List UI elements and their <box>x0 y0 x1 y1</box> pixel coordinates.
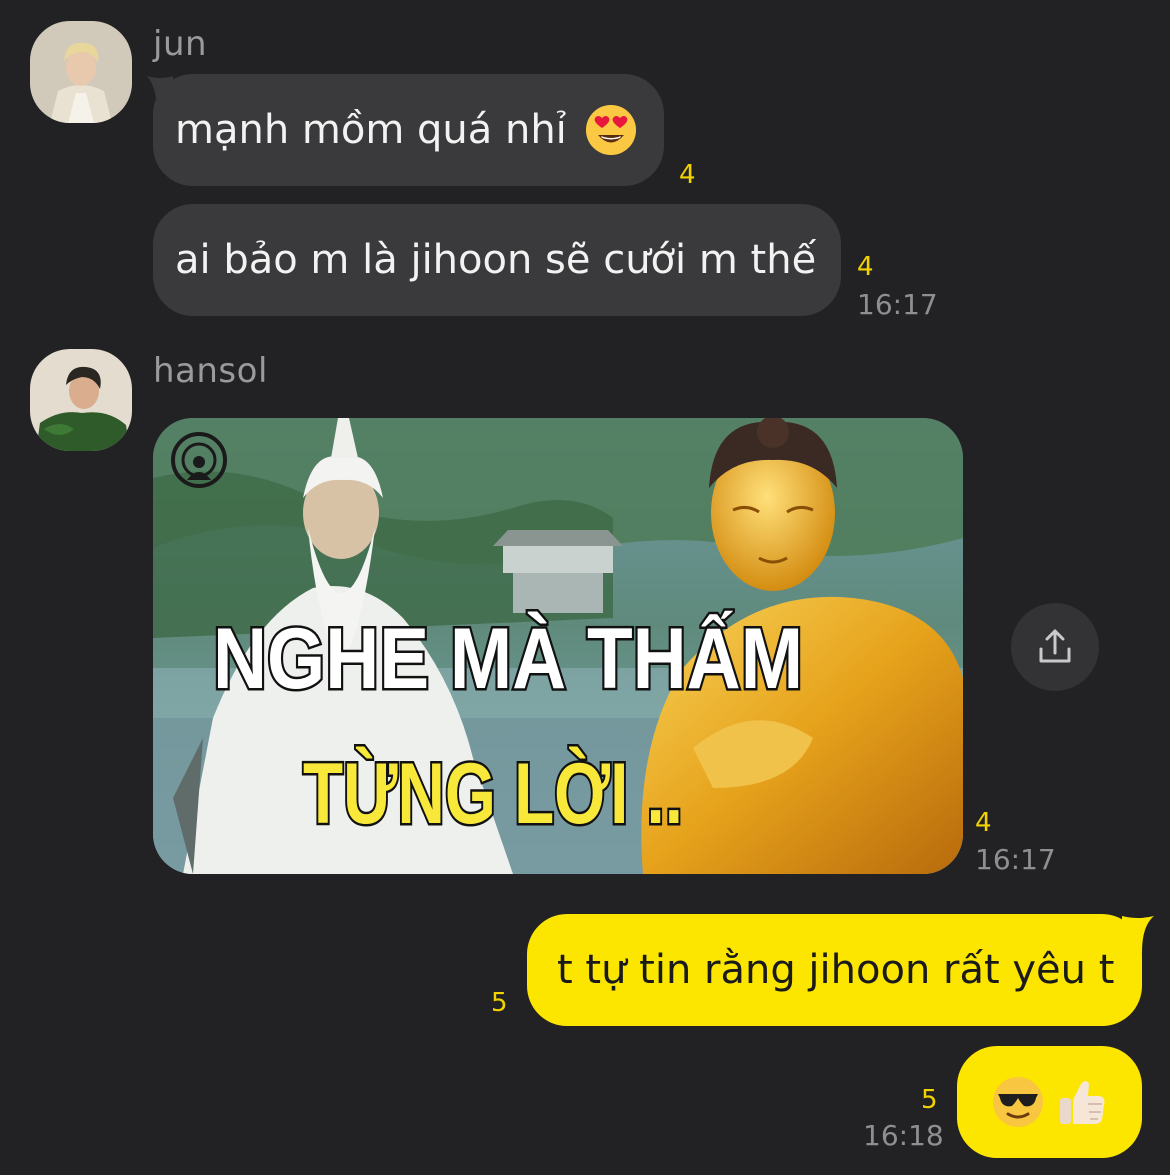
message-timestamp: 16:17 <box>857 288 938 321</box>
bubble-tail <box>1122 916 1154 952</box>
image-message[interactable]: NGHE MÀ THẤM TỪNG LỜI .. <box>153 418 963 874</box>
sender-name-hansol: hansol <box>153 351 268 391</box>
message-text: t tự tin rằng jihoon rất yêu t <box>557 947 1115 993</box>
message-text: mạnh mồm quá nhỉ <box>175 107 567 153</box>
share-button[interactable] <box>1011 603 1099 691</box>
message-bubble-incoming[interactable]: ai bảo m là jihoon sẽ cưới m thế <box>153 204 841 316</box>
image-caption-line2: TỪNG LỜI .. <box>303 746 683 842</box>
unread-count: 5 <box>921 1085 938 1115</box>
unread-count: 4 <box>679 160 696 190</box>
unread-count: 5 <box>491 988 508 1018</box>
message-bubble-outgoing[interactable] <box>957 1046 1142 1158</box>
message-text: ai bảo m là jihoon sẽ cưới m thế <box>175 237 817 283</box>
heart-eyes-emoji-icon <box>585 104 637 156</box>
sender-name-jun: jun <box>153 24 208 64</box>
image-caption-line1: NGHE MÀ THẤM <box>213 611 803 707</box>
message-bubble-outgoing[interactable]: t tự tin rằng jihoon rất yêu t <box>527 914 1142 1026</box>
thumbs-up-emoji-icon <box>1056 1076 1108 1128</box>
avatar-jun[interactable] <box>30 21 132 123</box>
chat-view: jun mạnh mồm quá nhỉ 4 ai bảo m là jihoo… <box>0 0 1170 1175</box>
share-icon <box>1039 629 1071 663</box>
sunglasses-emoji-icon <box>992 1076 1044 1128</box>
message-timestamp: 16:17 <box>975 843 1056 876</box>
message-timestamp: 16:18 <box>863 1119 944 1152</box>
message-bubble-incoming[interactable]: mạnh mồm quá nhỉ <box>153 74 664 186</box>
unread-count: 4 <box>975 808 992 838</box>
avatar-hansol[interactable] <box>30 349 132 451</box>
unread-count: 4 <box>857 252 874 282</box>
